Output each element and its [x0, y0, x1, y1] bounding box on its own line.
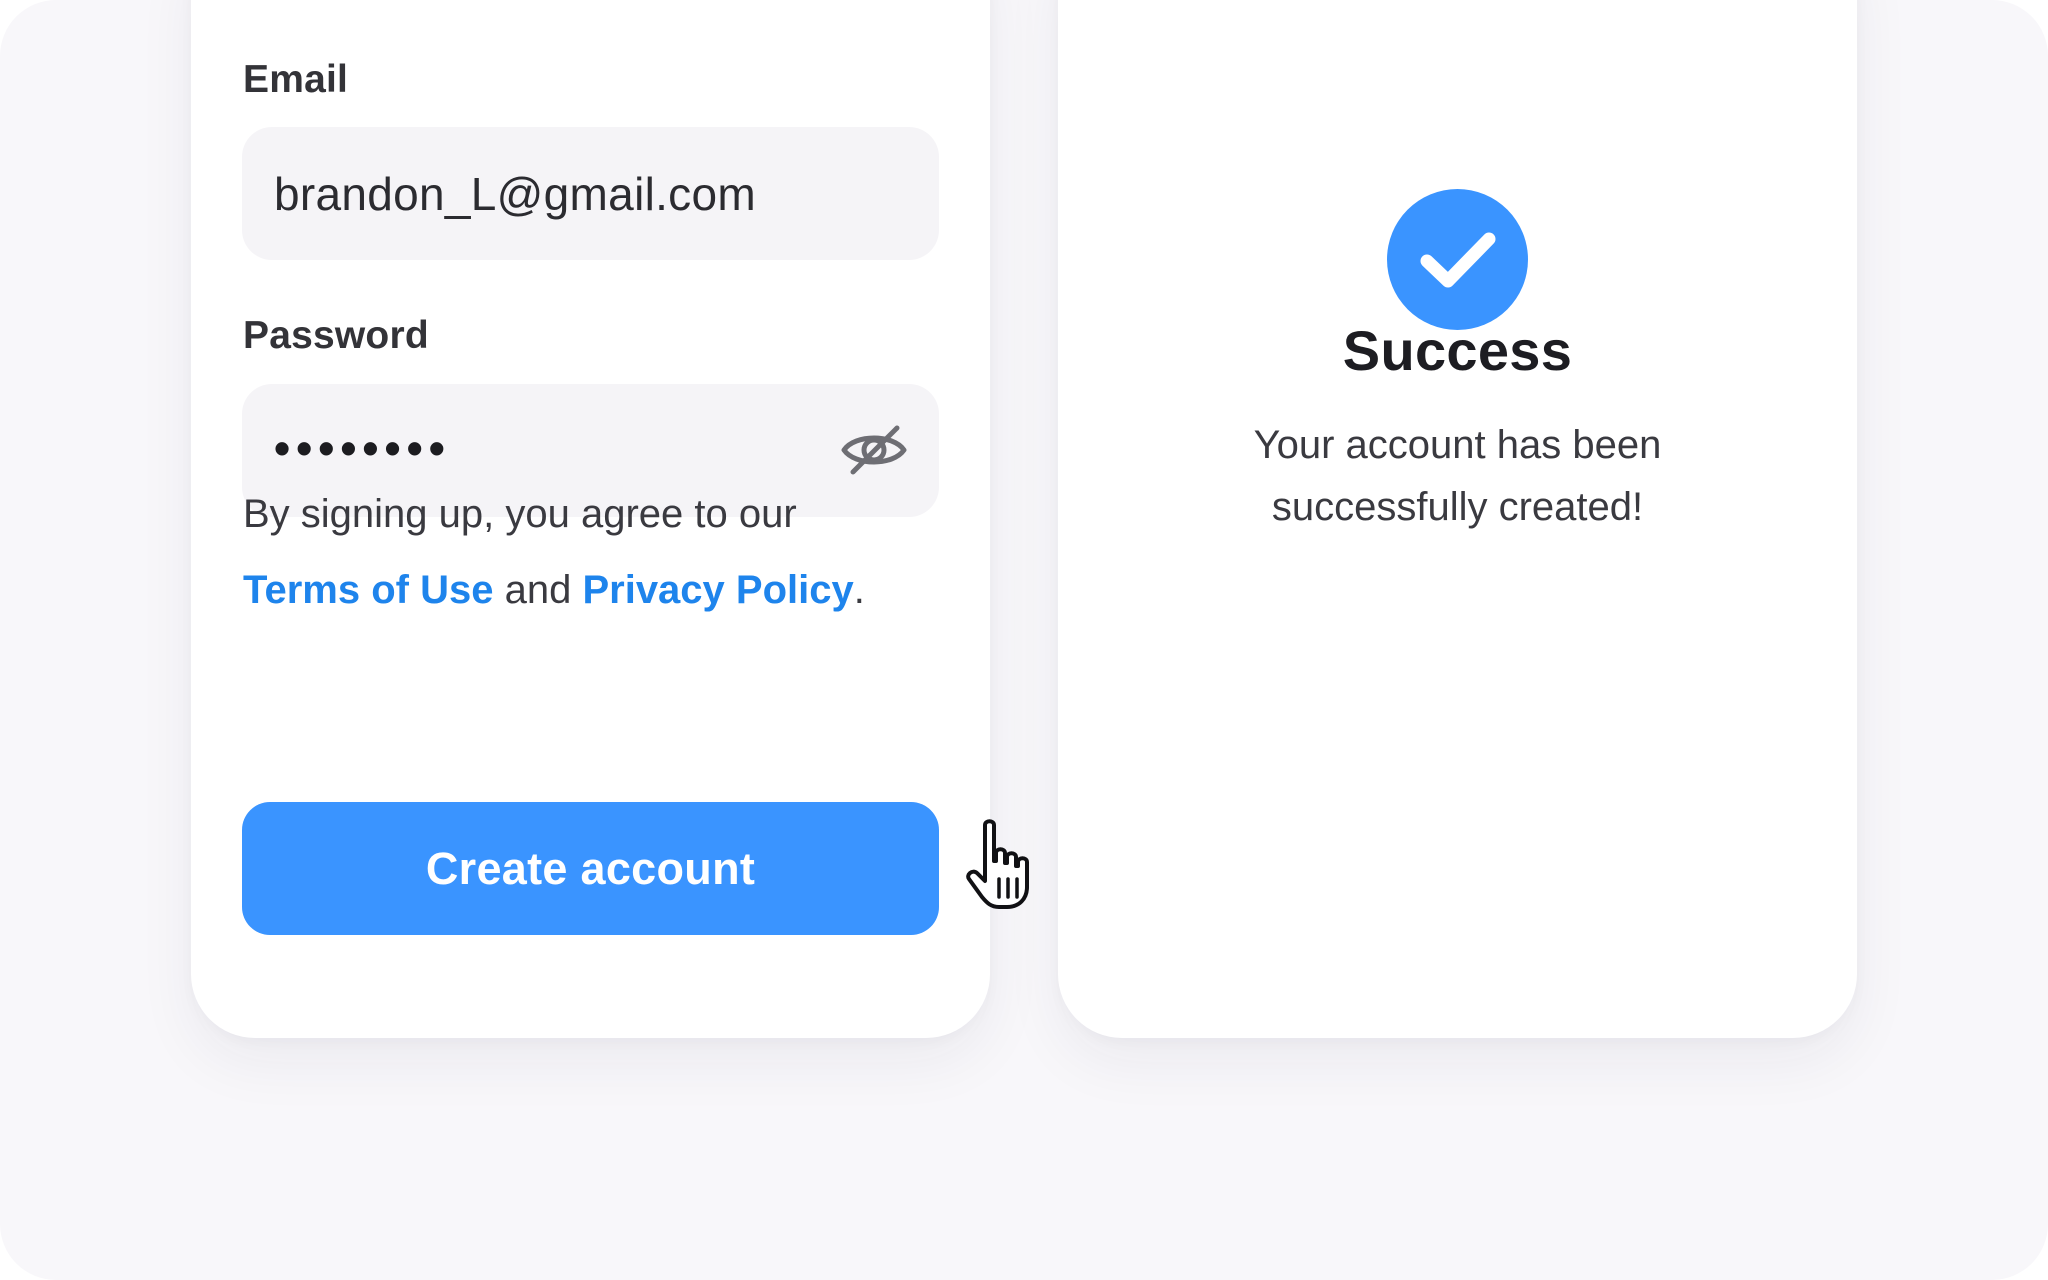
create-account-button[interactable]: Create account	[242, 802, 939, 935]
email-label: Email	[243, 58, 349, 101]
page-background: Email brandon_L@gmail.com Password •••••…	[0, 0, 2048, 1280]
checkmark-circle-icon	[1387, 189, 1528, 330]
success-message-line-2: successfully created!	[1271, 485, 1644, 529]
success-card: Success Your account has been successful…	[1058, 0, 1857, 1038]
hand-pointer-cursor-icon	[963, 817, 1043, 913]
password-value: ••••••••	[274, 421, 451, 474]
terms-prefix: By signing up, you agree to our	[243, 492, 797, 536]
terms-of-use-link[interactable]: Terms of Use	[243, 568, 493, 612]
signup-card: Email brandon_L@gmail.com Password •••••…	[191, 0, 1029, 1038]
terms-suffix: .	[853, 568, 865, 612]
terms-and: and	[504, 568, 572, 612]
eye-off-icon[interactable]	[839, 422, 909, 478]
success-title: Success	[1342, 319, 1573, 382]
email-value: brandon_L@gmail.com	[274, 167, 756, 220]
success-message: Your account has been successfully creat…	[1058, 414, 1857, 538]
email-field[interactable]: brandon_L@gmail.com	[242, 127, 939, 260]
privacy-policy-link[interactable]: Privacy Policy	[582, 568, 853, 612]
password-label: Password	[243, 314, 429, 357]
terms-text: By signing up, you agree to our Terms of…	[243, 476, 963, 628]
success-message-line-1: Your account has been	[1253, 423, 1662, 467]
